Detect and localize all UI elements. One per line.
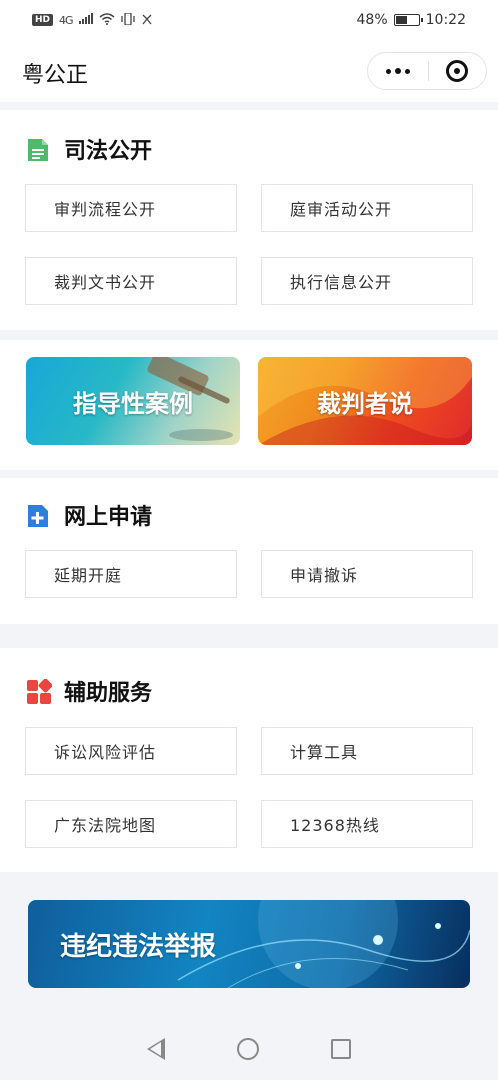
section-online-apply: 网上申请 延期开庭 申请撤诉 [0,478,498,624]
section-title: 网上申请 [64,505,153,530]
execution-info-button[interactable]: 执行信息公开 [261,257,473,305]
network-label: 4G [59,13,73,27]
section-aux-services: 辅助服务 诉讼风险评估 计算工具 广东法院地图 12368热线 [0,648,498,872]
judges-say-label: 裁判者说 [317,389,413,418]
section-header: 辅助服务 [26,675,152,707]
nfc-icon [141,13,153,28]
battery-percent: 48% [356,12,388,28]
home-icon[interactable] [237,1038,259,1060]
calculator-tools-button[interactable]: 计算工具 [261,727,473,775]
system-navigation-bar [0,1018,498,1080]
more-dot-icon [404,68,410,74]
section-title: 辅助服务 [64,681,153,706]
more-button[interactable] [368,52,428,90]
wifi-icon [99,12,115,28]
more-dot-icon [385,68,391,74]
trial-process-button[interactable]: 审判流程公开 [25,184,237,232]
guiding-cases-label: 指导性案例 [73,389,193,418]
court-hearing-button[interactable]: 庭审活动公开 [261,184,473,232]
battery-fill [395,16,407,24]
clock: 10:22 [425,12,466,28]
guiding-cases-banner[interactable]: 指导性案例 [26,357,240,445]
document-icon [26,137,50,161]
apps-icon [26,678,53,704]
status-icons: HD 4G [32,11,153,28]
recent-apps-icon[interactable] [331,1039,351,1059]
plus-document-icon [26,503,50,527]
page-title: 粤公正 [22,63,89,88]
more-dot-icon [394,68,401,74]
litigation-risk-button[interactable]: 诉讼风险评估 [25,727,237,775]
target-icon [446,60,469,82]
vibrate-icon [120,11,135,28]
battery-icon [393,14,423,26]
status-bar: HD 4G 48% 10:22 [0,0,498,40]
section-judicial-open: 司法公开 审判流程公开 庭审活动公开 裁判文书公开 执行信息公开 [0,110,498,330]
status-right: 48% 10:22 [357,12,466,28]
close-mini-program-button[interactable] [428,52,486,90]
signal-icon [78,13,93,27]
withdraw-lawsuit-button[interactable]: 申请撤诉 [261,550,473,598]
report-violations-label: 违纪违法举报 [60,931,217,962]
mini-program-capsule [367,52,487,90]
section-header: 司法公开 [26,133,152,165]
app-screen: HD 4G 48% 10:22 粤公正 司法公开 审判流程公开 庭审活动公开 裁… [0,0,498,1080]
section-title: 司法公开 [64,139,153,164]
judges-say-banner[interactable]: 裁判者说 [258,357,472,445]
back-icon[interactable] [147,1038,165,1060]
postpone-hearing-button[interactable]: 延期开庭 [25,550,237,598]
court-map-button[interactable]: 广东法院地图 [25,800,237,848]
navigation-bar: 粤公正 [0,40,498,102]
hotline-button[interactable]: 12368热线 [261,800,473,848]
judgment-documents-button[interactable]: 裁判文书公开 [25,257,237,305]
report-violations-banner[interactable]: 违纪违法举报 [28,900,470,988]
hd-badge: HD [32,14,54,26]
section-header: 网上申请 [26,499,152,531]
